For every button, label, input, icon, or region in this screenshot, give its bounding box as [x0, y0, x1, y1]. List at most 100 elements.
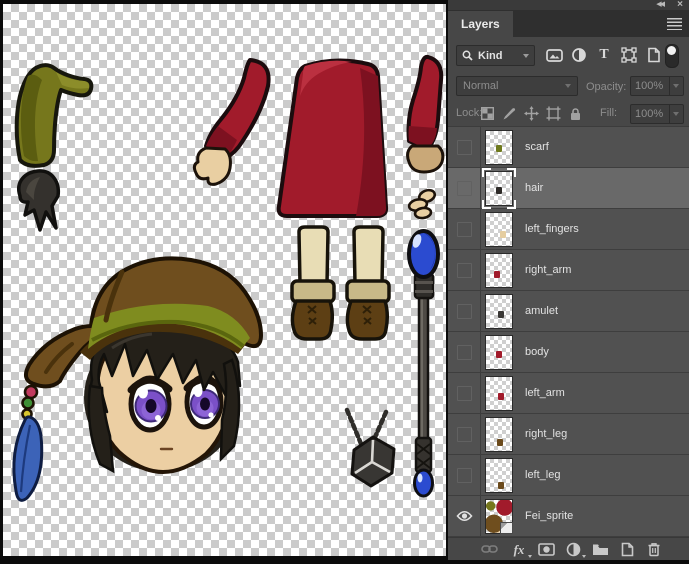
- link-layers-icon[interactable]: [479, 540, 499, 558]
- close-panel-icon[interactable]: ×: [677, 0, 683, 10]
- visibility-box: [457, 304, 472, 319]
- adjustment-layers-filter-icon[interactable]: [569, 46, 589, 64]
- shape-layers-filter-icon[interactable]: [619, 46, 639, 64]
- layer-thumbnail[interactable]: [485, 253, 513, 288]
- visibility-box: [457, 222, 472, 237]
- scarf-art: [17, 65, 92, 166]
- kind-filter-dropdown[interactable]: Kind: [456, 45, 535, 66]
- layer-thumbnail[interactable]: [485, 458, 513, 493]
- visibility-toggle[interactable]: [448, 250, 481, 290]
- layer-thumbnail[interactable]: [485, 130, 513, 165]
- blend-mode-select[interactable]: Normal: [456, 76, 578, 96]
- visibility-box: [457, 181, 472, 196]
- new-layer-icon[interactable]: [617, 540, 637, 558]
- visibility-box: [457, 468, 472, 483]
- panel-tab-bar: Layers: [448, 10, 689, 37]
- kind-label: Kind: [478, 50, 502, 62]
- thumbnail-mark: [494, 271, 500, 278]
- filter-row: Kind T: [448, 37, 689, 72]
- layer-row[interactable]: left_fingers: [448, 209, 689, 250]
- fill-label: Fill:: [600, 107, 617, 119]
- layer-list: scarf hair: [448, 127, 689, 537]
- search-icon: [462, 50, 473, 61]
- thumbnail-mark: [496, 145, 502, 152]
- thumbnail-mark: [497, 439, 503, 446]
- panel-menu-icon[interactable]: [667, 18, 682, 30]
- type-layers-filter-icon[interactable]: T: [594, 46, 614, 64]
- layer-row[interactable]: Fei_sprite: [448, 496, 689, 537]
- layer-thumbnail[interactable]: [485, 212, 513, 247]
- visibility-toggle[interactable]: [448, 291, 481, 331]
- layer-row[interactable]: body: [448, 332, 689, 373]
- filter-toggle-switch[interactable]: [665, 44, 679, 68]
- layer-row[interactable]: amulet: [448, 291, 689, 332]
- right-arm-art: [408, 57, 443, 172]
- blend-row: Normal Opacity: 100%: [448, 72, 689, 101]
- tab-layers[interactable]: Layers: [448, 11, 513, 37]
- lock-position-move-icon[interactable]: [522, 105, 540, 122]
- blend-mode-value: Normal: [463, 80, 498, 92]
- visibility-toggle[interactable]: [448, 414, 481, 454]
- layer-name: body: [525, 346, 549, 358]
- layer-thumbnail[interactable]: [485, 335, 513, 370]
- layer-thumbnail[interactable]: [485, 417, 513, 452]
- new-adjustment-layer-icon[interactable]: [563, 540, 583, 558]
- thumbnail-mark: [500, 231, 506, 238]
- visibility-toggle[interactable]: [448, 455, 481, 495]
- chevron-down-icon: [673, 84, 679, 88]
- left-leg-art: [292, 227, 334, 339]
- layer-thumbnail[interactable]: [485, 171, 513, 206]
- lock-all-padlock-icon[interactable]: [566, 105, 584, 122]
- layer-name: right_arm: [525, 264, 571, 276]
- layer-thumbnail[interactable]: [485, 376, 513, 411]
- layer-row[interactable]: right_arm: [448, 250, 689, 291]
- layer-row[interactable]: left_leg: [448, 455, 689, 496]
- layers-panel: ◀◀ × Layers Kind T: [448, 0, 689, 559]
- head-art: [14, 258, 261, 500]
- document-canvas[interactable]: [3, 4, 446, 556]
- layer-row[interactable]: hair: [448, 168, 689, 209]
- visibility-toggle[interactable]: [448, 332, 481, 372]
- toggle-ball: [667, 46, 676, 55]
- visibility-box: [457, 263, 472, 278]
- visibility-box: [457, 140, 472, 155]
- pixel-layers-filter-icon[interactable]: [544, 46, 564, 64]
- thumbnail-mark: [498, 393, 504, 400]
- eye-icon: [456, 510, 473, 522]
- hair-tuft-art: [19, 171, 59, 230]
- chevron-down-icon: [565, 84, 571, 88]
- new-group-folder-icon[interactable]: [590, 540, 610, 558]
- layer-row[interactable]: scarf: [448, 127, 689, 168]
- lock-transparency-icon[interactable]: [478, 105, 496, 122]
- smart-objects-filter-icon[interactable]: [643, 46, 663, 64]
- opacity-value-select[interactable]: 100%: [630, 76, 684, 96]
- layer-name: amulet: [525, 305, 558, 317]
- layer-name: scarf: [525, 141, 549, 153]
- chevron-down-icon: [673, 112, 679, 116]
- layer-style-fx-icon[interactable]: fx: [509, 540, 529, 558]
- layer-thumbnail[interactable]: [485, 499, 513, 534]
- visibility-toggle[interactable]: [448, 168, 481, 208]
- layer-name: left_leg: [525, 469, 560, 481]
- lock-artboard-icon[interactable]: [544, 105, 562, 122]
- thumbnail-mark: [498, 482, 504, 489]
- layer-row[interactable]: left_arm: [448, 373, 689, 414]
- fingers-art: [408, 188, 436, 219]
- body-dress-art: [279, 60, 386, 216]
- layer-name: hair: [525, 182, 543, 194]
- lock-pixels-brush-icon[interactable]: [500, 105, 518, 122]
- visibility-box: [457, 427, 472, 442]
- add-layer-mask-icon[interactable]: [536, 540, 556, 558]
- visibility-toggle[interactable]: [448, 496, 481, 536]
- delete-layer-trash-icon[interactable]: [644, 540, 664, 558]
- fill-value-select[interactable]: 100%: [630, 104, 684, 124]
- layer-thumbnail[interactable]: [485, 294, 513, 329]
- collapse-panels-icon[interactable]: ◀◀: [656, 0, 663, 10]
- thumbnail-mark: [496, 187, 502, 194]
- mini-dropdown-arrow: [582, 555, 586, 558]
- layer-row[interactable]: right_leg: [448, 414, 689, 455]
- visibility-toggle[interactable]: [448, 373, 481, 413]
- visibility-toggle[interactable]: [448, 127, 481, 167]
- visibility-toggle[interactable]: [448, 209, 481, 249]
- opacity-value: 100%: [635, 80, 663, 92]
